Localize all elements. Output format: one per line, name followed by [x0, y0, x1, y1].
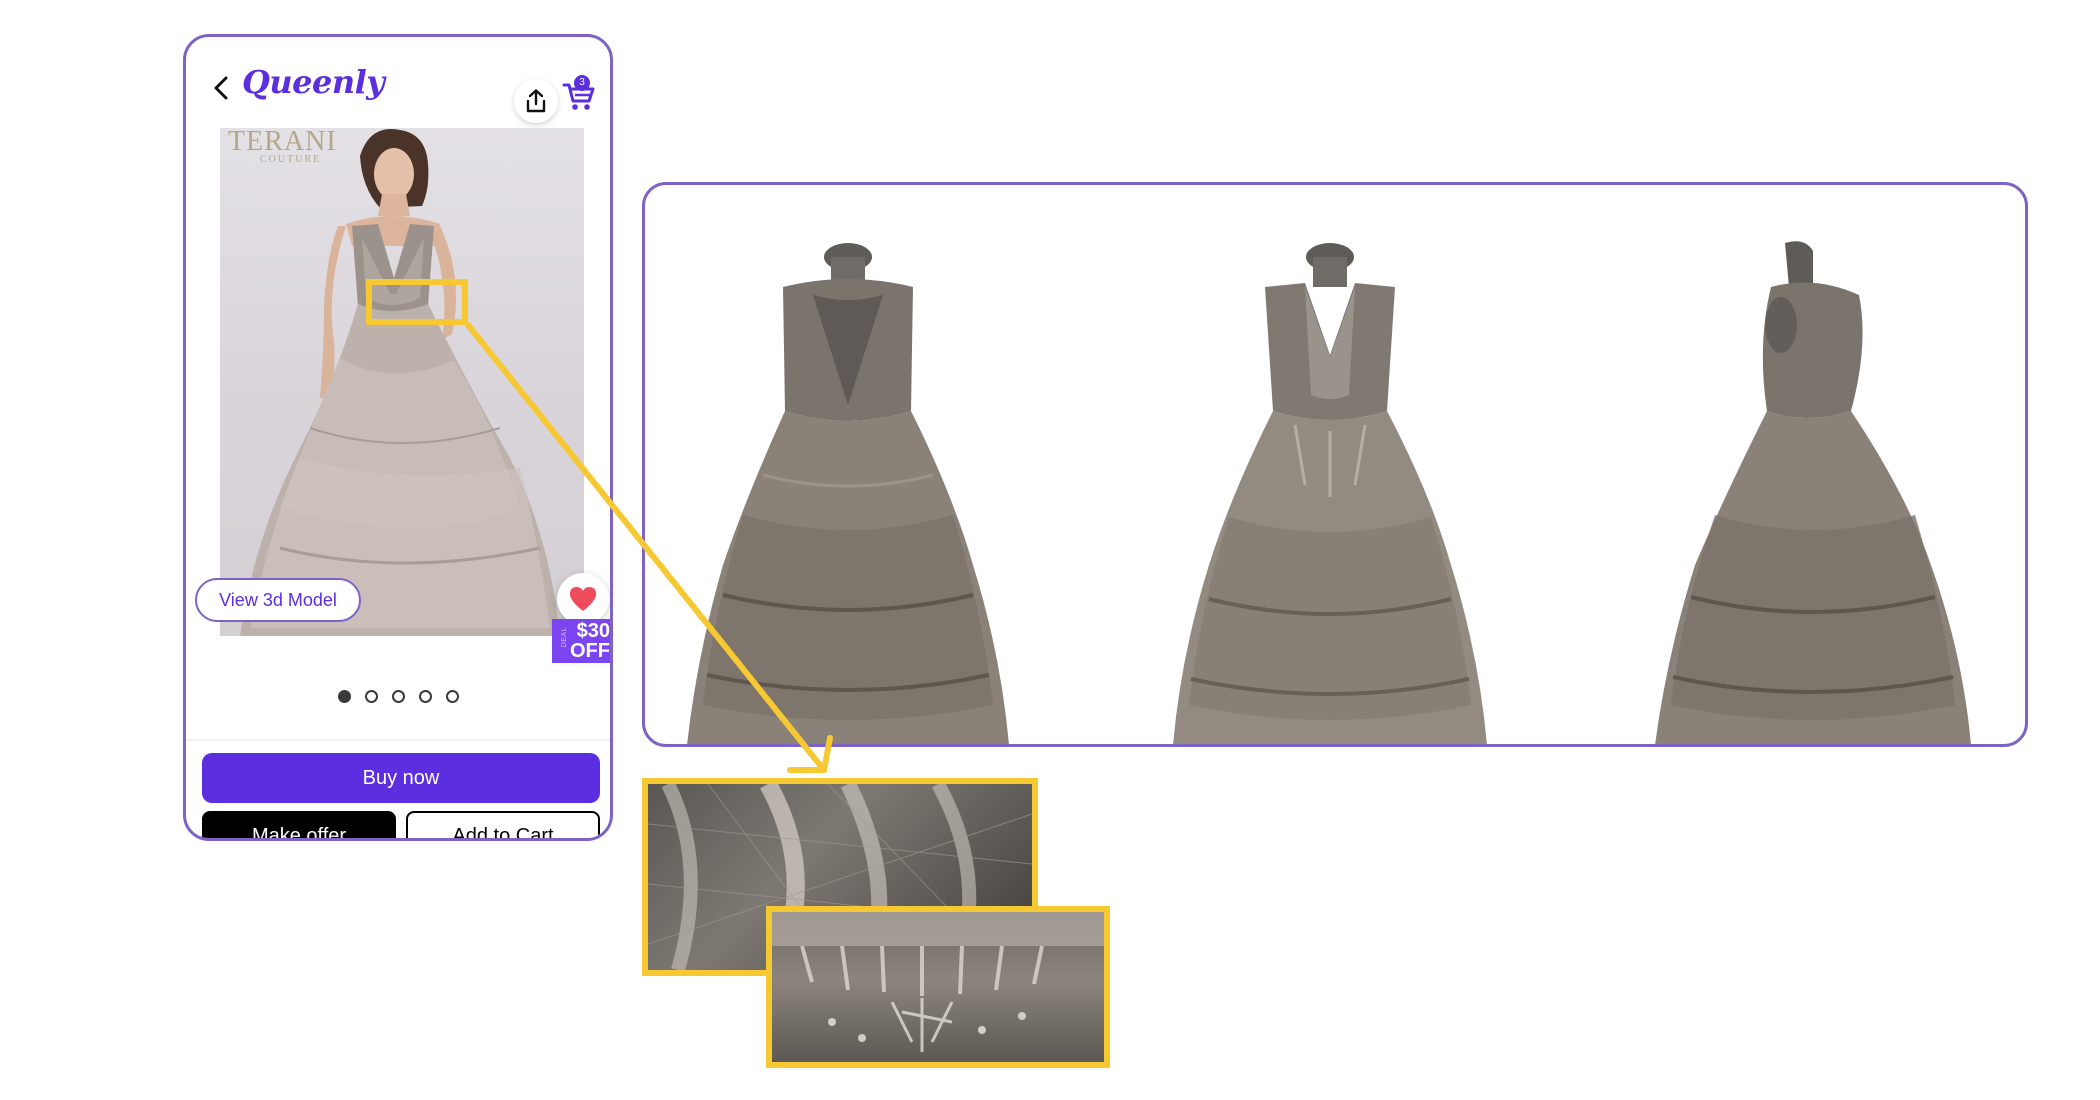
- back-chevron-icon[interactable]: [208, 73, 234, 103]
- share-icon: [526, 89, 546, 113]
- 3d-model-panel: [642, 182, 2028, 747]
- cart-count-badge: 3: [574, 75, 590, 91]
- detail-crop-beading: [766, 906, 1110, 1068]
- buy-now-button[interactable]: Buy now: [202, 753, 600, 803]
- gown-model-illustration: [240, 129, 560, 636]
- app-logo: Queenly: [242, 63, 385, 101]
- discount-tag-text: DEAL: [561, 627, 568, 648]
- carousel-dot[interactable]: [364, 690, 378, 703]
- gown-3d-back-view[interactable]: [683, 235, 1013, 745]
- discount-badge: DEAL $30 OFF: [552, 619, 610, 663]
- gown-3d-front-view[interactable]: [1165, 235, 1495, 745]
- carousel-dot[interactable]: [445, 690, 459, 703]
- heart-icon: [570, 587, 596, 611]
- zoom-region-highlight: [366, 279, 468, 325]
- product-photo[interactable]: TERANI COUTURE: [220, 128, 584, 636]
- make-offer-button[interactable]: Make offer: [202, 811, 396, 838]
- app-header: Queenly 3: [186, 37, 610, 127]
- view-3d-model-button[interactable]: View 3d Model: [195, 578, 361, 622]
- carousel-dot[interactable]: [337, 690, 351, 703]
- beading-texture: [772, 912, 1104, 1052]
- phone-product-screen: Queenly 3 TERANI COUTURE View 3d Model D…: [183, 34, 613, 841]
- carousel-dot[interactable]: [391, 690, 405, 703]
- share-button[interactable]: [514, 79, 558, 123]
- carousel-dot[interactable]: [418, 690, 432, 703]
- add-to-cart-button[interactable]: Add to Cart: [406, 811, 600, 838]
- gown-3d-side-view[interactable]: [1645, 235, 1975, 745]
- image-carousel-dots: [186, 690, 610, 703]
- divider: [186, 739, 610, 741]
- favorite-button[interactable]: [557, 573, 609, 625]
